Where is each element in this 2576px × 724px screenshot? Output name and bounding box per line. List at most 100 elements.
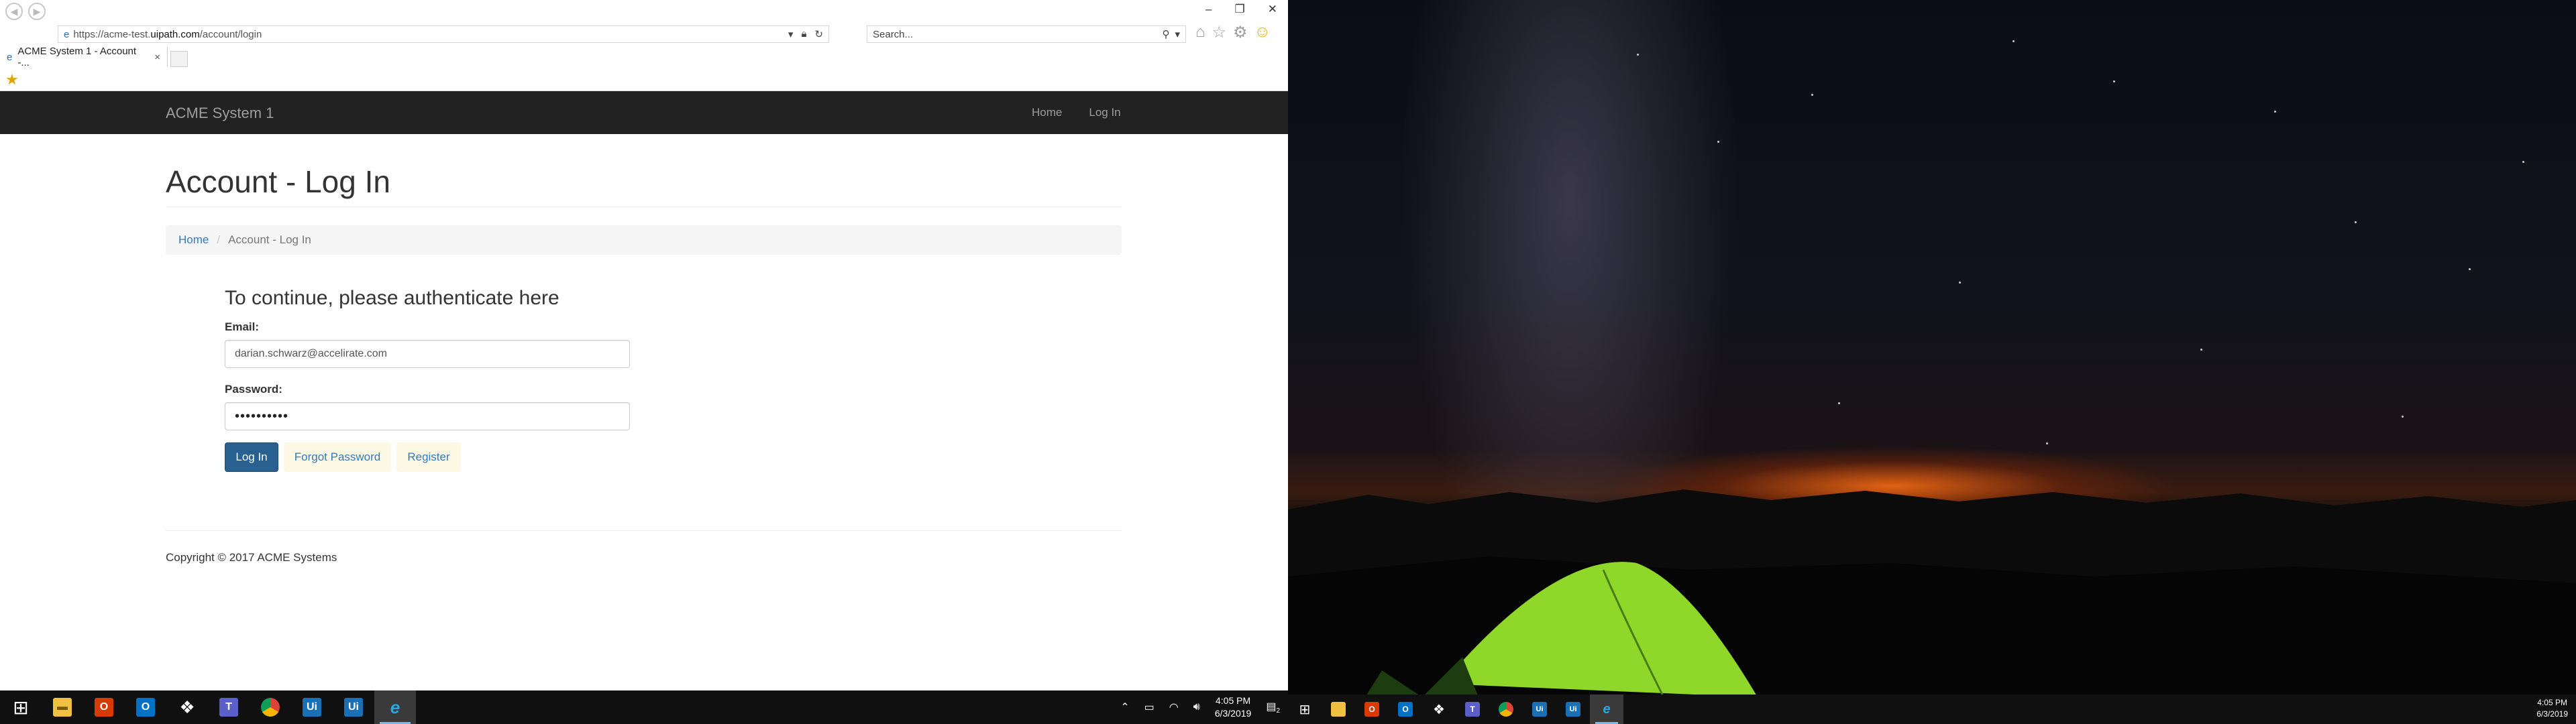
browser-chrome: ◀ ▶ – ❐ ✕ e https://acme-test.uipath.com… [0, 0, 1288, 91]
star [2402, 416, 2404, 418]
tab-close-icon[interactable]: × [154, 52, 160, 63]
minimize-button[interactable]: – [1205, 3, 1212, 16]
title-divider [166, 206, 1122, 207]
star [1637, 54, 1639, 56]
back-icon[interactable]: ◀ [5, 3, 23, 20]
search-input[interactable]: Search... [873, 29, 1162, 40]
register-button[interactable]: Register [396, 442, 461, 472]
address-bar[interactable]: e https://acme-test.uipath.com/account/l… [58, 25, 829, 43]
site-navbar: ACME System 1 Home Log In [0, 91, 1288, 134]
notification-count: 2 [1276, 707, 1280, 715]
file-explorer-icon[interactable] [1322, 695, 1355, 724]
uipath-studio-icon[interactable]: Ui [1523, 695, 1556, 724]
address-url[interactable]: https://acme-test.uipath.com/account/log… [73, 29, 788, 40]
outlook-icon[interactable]: O [1389, 695, 1422, 724]
uipath-studio-icon[interactable]: Ui [291, 690, 333, 724]
office-icon[interactable]: O [83, 690, 125, 724]
star [1811, 94, 1813, 96]
email-field[interactable]: darian.schwarz@accelirate.com [225, 340, 630, 368]
page-favicon-icon: e [64, 28, 70, 40]
dropbox-icon[interactable]: ❖ [1422, 695, 1456, 724]
favorites-star-icon[interactable]: ☆ [1212, 23, 1227, 42]
forward-icon[interactable]: ▶ [28, 3, 46, 20]
new-tab-button[interactable] [170, 51, 188, 67]
star [1838, 402, 1840, 404]
office-icon[interactable]: O [1355, 695, 1389, 724]
taskbar-primary: ⊞ ▬ O O ❖ T Ui Ui e ⌃ ▭ ◠ 🔊︎ 4:05 PM 6/3… [0, 690, 1288, 724]
star [2012, 40, 2015, 42]
wifi-icon[interactable]: ◠ [1169, 701, 1179, 714]
add-favorites-icon[interactable]: ★ [5, 71, 19, 88]
internet-explorer-icon[interactable]: e [374, 690, 416, 724]
file-explorer-icon[interactable]: ▬ [42, 690, 83, 724]
settings-gear-icon[interactable]: ⚙ [1233, 23, 1248, 42]
site-nav-links: Home Log In [1032, 106, 1121, 119]
windows-start-icon[interactable]: ⊞ [0, 690, 42, 724]
breadcrumb-separator: / [217, 233, 221, 246]
home-icon[interactable]: ⌂ [1195, 23, 1205, 42]
tab-strip: e ACME System 1 - Account -... × [0, 46, 1288, 68]
star [1959, 282, 1961, 284]
star [2522, 161, 2524, 163]
teams-icon[interactable]: T [208, 690, 250, 724]
tab-acme-login[interactable]: e ACME System 1 - Account -... × [0, 46, 168, 68]
dropbox-icon[interactable]: ❖ [166, 690, 208, 724]
star [2200, 349, 2202, 351]
login-button[interactable]: Log In [225, 442, 278, 472]
lock-icon[interactable]: 🔒︎ [801, 28, 806, 40]
forgot-password-button[interactable]: Forgot Password [284, 442, 391, 472]
star [2274, 111, 2276, 113]
taskbar-clock-secondary[interactable]: 4:05 PM 6/3/2019 [2536, 697, 2568, 720]
window-controls: – ❐ ✕ [1205, 3, 1277, 16]
breadcrumb: Home / Account - Log In [166, 225, 1122, 255]
password-value: •••••••••• [235, 408, 289, 424]
close-button[interactable]: ✕ [1268, 3, 1277, 16]
footer-divider [166, 530, 1122, 531]
star [1717, 141, 1719, 143]
show-hidden-icons-chevron-icon[interactable]: ⌃ [1120, 701, 1129, 714]
password-label: Password: [225, 383, 282, 396]
notifications-icon[interactable]: ▤2 [1266, 700, 1280, 715]
nav-login-link[interactable]: Log In [1089, 106, 1120, 119]
right-monitor-wallpaper: ⊞ O O ❖ T Ui Ui e 4:05 PM 6/3/2019 [1288, 0, 2576, 724]
search-dropdown-icon[interactable]: ▾ [1175, 28, 1180, 40]
taskbar-clock[interactable]: 4:05 PM 6/3/2019 [1215, 695, 1252, 720]
browser-title-row: ◀ ▶ [0, 0, 1288, 23]
breadcrumb-home-link[interactable]: Home [178, 233, 209, 247]
teams-icon[interactable]: T [1456, 695, 1489, 724]
star [2113, 80, 2115, 82]
nav-home-link[interactable]: Home [1032, 106, 1062, 119]
refresh-icon[interactable]: ↻ [814, 28, 823, 40]
acme-web-page: ACME System 1 Home Log In Account - Log … [0, 91, 1288, 690]
battery-icon[interactable]: ▭ [1144, 701, 1155, 714]
tab-title: ACME System 1 - Account -... [17, 46, 137, 68]
internet-explorer-icon[interactable]: e [1590, 695, 1623, 724]
clock-time: 4:05 PM [1215, 695, 1251, 706]
feedback-smiley-icon[interactable]: ☺ [1254, 23, 1271, 42]
footer-copyright: Copyright © 2017 ACME Systems [166, 551, 337, 564]
search-icon[interactable]: ⚲ [1162, 28, 1169, 40]
taskbar-secondary: ⊞ O O ❖ T Ui Ui e 4:05 PM 6/3/2019 [1288, 695, 2576, 724]
star [2469, 268, 2471, 270]
chrome-icon[interactable] [1489, 695, 1523, 724]
chrome-icon[interactable] [250, 690, 291, 724]
star [2355, 221, 2357, 223]
clock-date: 6/3/2019 [2536, 709, 2568, 719]
uipath-robot-icon[interactable]: Ui [1556, 695, 1590, 724]
system-tray: ⌃ ▭ ◠ 🔊︎ 4:05 PM 6/3/2019 ▤2 [1120, 690, 1280, 724]
breadcrumb-current: Account - Log In [228, 233, 311, 246]
site-brand[interactable]: ACME System 1 [166, 105, 274, 122]
windows-start-icon[interactable]: ⊞ [1288, 695, 1322, 724]
clock-date: 6/3/2019 [1214, 708, 1252, 719]
email-label: Email: [225, 320, 260, 333]
password-field[interactable]: •••••••••• [225, 402, 630, 430]
volume-icon[interactable]: 🔊︎ [1193, 701, 1200, 713]
search-box[interactable]: Search... ⚲ ▾ [867, 25, 1186, 43]
dropdown-icon[interactable]: ▾ [788, 28, 794, 40]
outlook-icon[interactable]: O [125, 690, 166, 724]
auth-heading: To continue, please authenticate here [225, 287, 559, 309]
email-value: darian.schwarz@accelirate.com [235, 348, 387, 359]
restore-button[interactable]: ❐ [1235, 3, 1245, 16]
page-title: Account - Log In [166, 164, 390, 199]
uipath-robot-icon[interactable]: Ui [333, 690, 374, 724]
